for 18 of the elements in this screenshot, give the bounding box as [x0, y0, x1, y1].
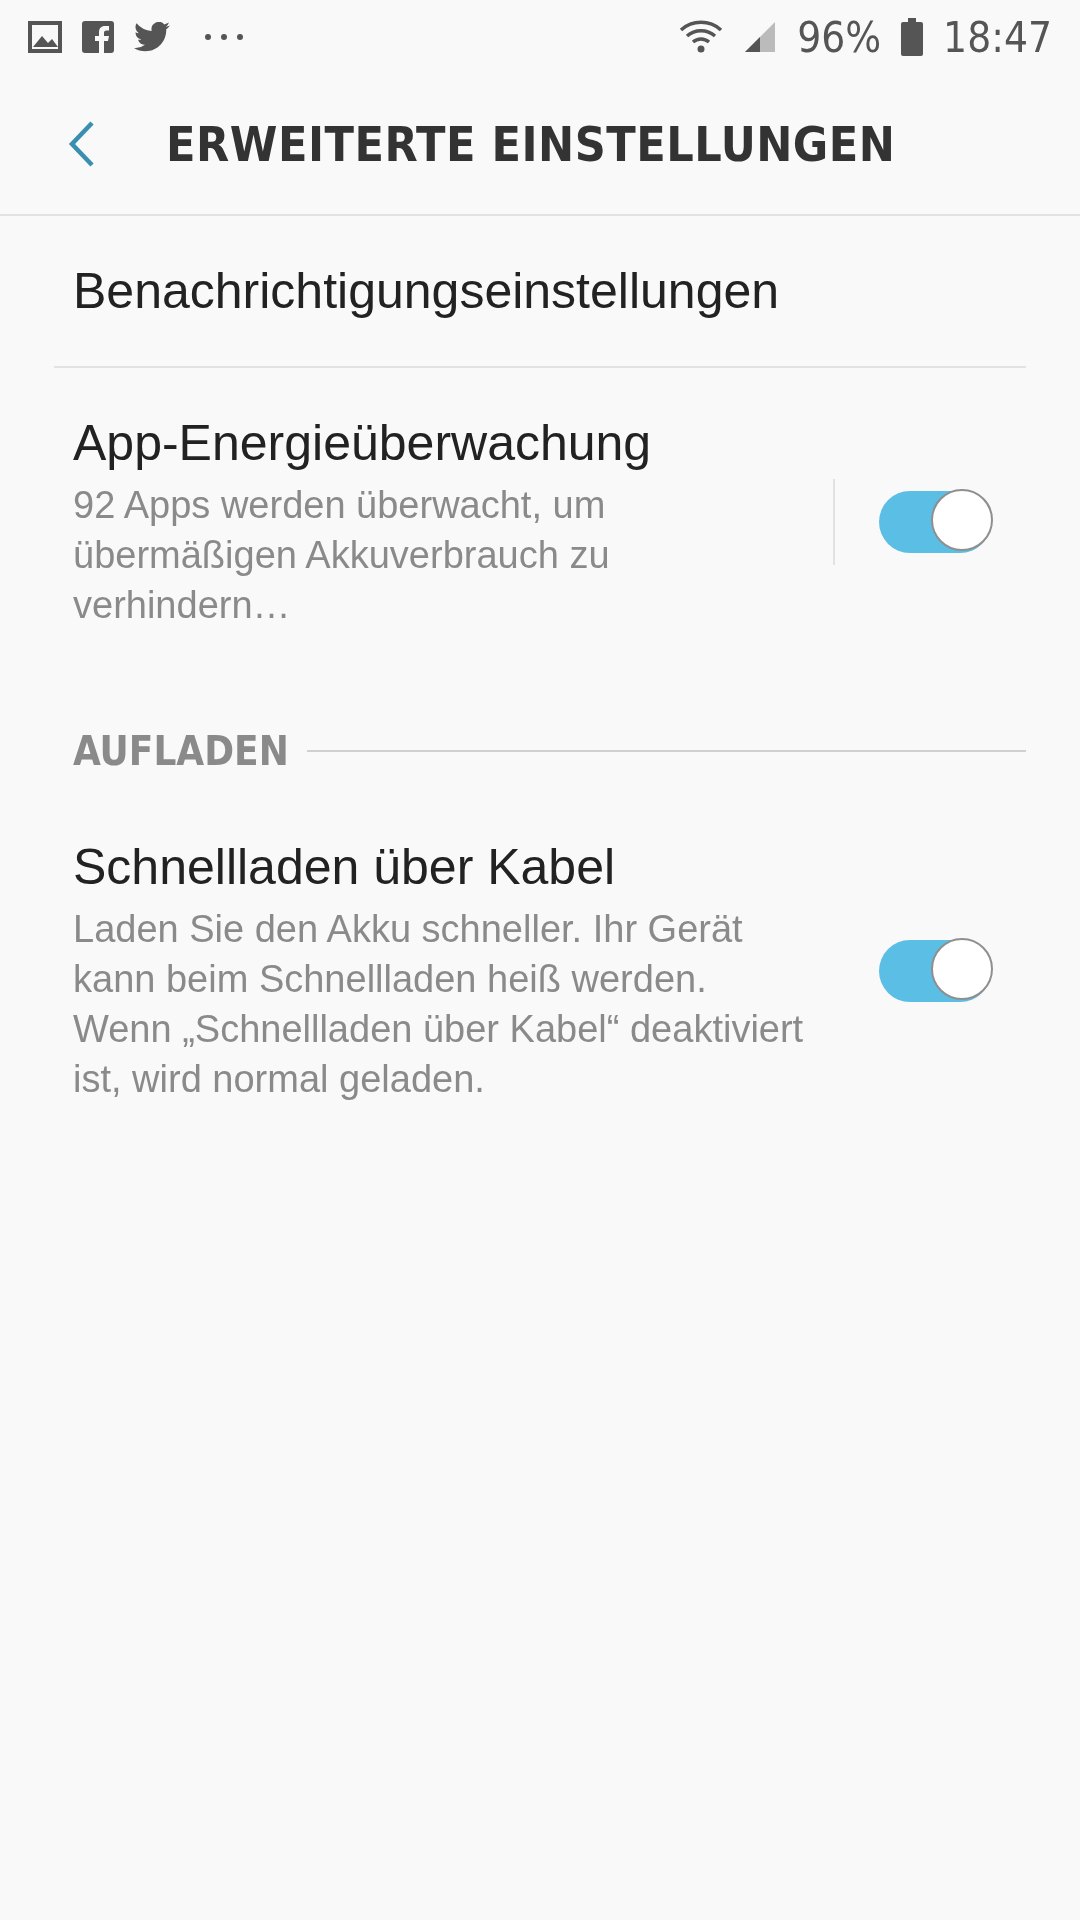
page-title: ERWEITERTE EINSTELLUNGEN [166, 116, 896, 172]
setting-description: 92 Apps werden überwacht, um übermäßigen Akkuverbrauch zu verhindern… [73, 483, 611, 628]
battery-percentage: 96% [797, 12, 882, 62]
menu-item[interactable]: Benachrichtigungseinstellungen [73, 262, 813, 320]
wifi-icon [679, 20, 724, 54]
gallery-icon [28, 21, 62, 53]
setting-title[interactable]: App-Energieüberwachung [73, 414, 813, 472]
section-header: AUFLADEN [73, 728, 289, 774]
clock: 18:47 [943, 12, 1052, 62]
facebook-icon [82, 21, 114, 53]
toggle-switch[interactable] [879, 940, 991, 1002]
setting-description: Laden Sie den Akku schneller. Ihr Gerät kann beim Schnellladen heiß werden. Wenn „Schnellladen über Kabel“ deaktiviert ist, wird normal geladen. [73, 907, 805, 1102]
more-icon [204, 33, 244, 41]
bird-icon [134, 22, 170, 52]
signal-icon [743, 20, 778, 54]
battery-icon [901, 18, 924, 56]
toggle-switch[interactable] [879, 491, 991, 553]
setting-title[interactable]: Schnellladen über Kabel [73, 838, 813, 896]
